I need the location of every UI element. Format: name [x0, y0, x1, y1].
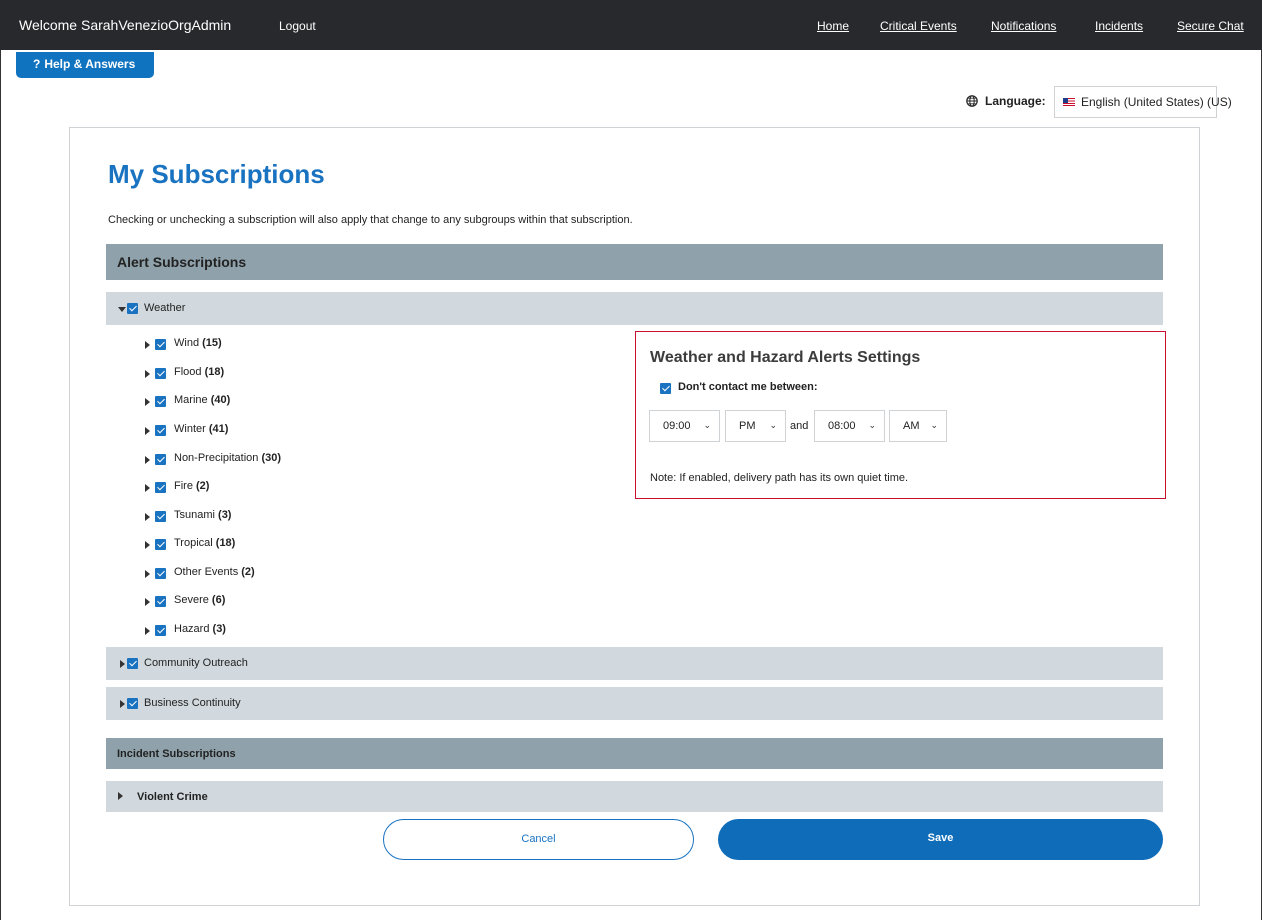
- end-time-select[interactable]: 08:00 ⌄: [814, 410, 885, 442]
- language-dropdown[interactable]: English (United States) (US): [1054, 86, 1232, 118]
- subgroup-row-severe[interactable]: Severe (6): [145, 593, 445, 611]
- expand-caret-icon[interactable]: [145, 627, 150, 635]
- violent-crime-label: Violent Crime: [137, 791, 208, 803]
- subgroup-row-flood[interactable]: Flood (18): [145, 365, 445, 383]
- subgroup-row-fire[interactable]: Fire (2): [145, 479, 445, 497]
- subgroup-label: Non-Precipitation (30): [174, 452, 281, 464]
- intro-text: Checking or unchecking a subscription wi…: [108, 214, 633, 226]
- start-time-select[interactable]: 09:00 ⌄: [649, 410, 720, 442]
- weather-checkbox[interactable]: [127, 303, 138, 314]
- subgroup-row-marine[interactable]: Marine (40): [145, 393, 445, 411]
- subgroup-label: Marine (40): [174, 394, 231, 406]
- subgroup-checkbox[interactable]: [155, 596, 166, 607]
- us-flag-icon: [1063, 98, 1075, 106]
- expand-caret-icon[interactable]: [145, 541, 150, 549]
- chevron-down-icon: ⌄: [868, 420, 876, 430]
- cancel-button[interactable]: Cancel: [383, 819, 694, 860]
- language-label: Language:: [985, 94, 1046, 108]
- group-business-continuity[interactable]: Business Continuity: [106, 687, 1163, 720]
- chevron-down-icon: ⌄: [769, 420, 777, 430]
- subgroup-checkbox[interactable]: [155, 568, 166, 579]
- subgroup-label: Tsunami (3): [174, 509, 232, 521]
- help-answers-button[interactable]: ? Help & Answers: [16, 52, 154, 78]
- nav-incidents-link[interactable]: Incidents: [1095, 19, 1143, 33]
- chevron-down-icon: ⌄: [703, 420, 711, 430]
- start-time-value: 09:00: [663, 420, 691, 432]
- expand-caret-icon[interactable]: [145, 398, 150, 406]
- expand-caret-icon[interactable]: [145, 598, 150, 606]
- subgroup-label: Wind (15): [174, 337, 222, 349]
- group-violent-crime[interactable]: Violent Crime: [106, 781, 1163, 812]
- logout-link[interactable]: Logout: [279, 19, 316, 33]
- and-text: and: [790, 420, 809, 432]
- subgroup-row-non-precipitation[interactable]: Non-Precipitation (30): [145, 451, 445, 469]
- expand-caret-icon[interactable]: [145, 341, 150, 349]
- subgroup-label: Other Events (2): [174, 566, 255, 578]
- subgroup-row-other-events[interactable]: Other Events (2): [145, 565, 445, 583]
- community-outreach-checkbox[interactable]: [127, 658, 138, 669]
- subgroup-checkbox[interactable]: [155, 339, 166, 350]
- start-period-value: PM: [739, 420, 756, 432]
- subgroup-row-tropical[interactable]: Tropical (18): [145, 536, 445, 554]
- nav-home-link[interactable]: Home: [817, 19, 849, 33]
- page-title: My Subscriptions: [108, 159, 325, 189]
- subgroup-row-winter[interactable]: Winter (41): [145, 422, 445, 440]
- business-continuity-label: Business Continuity: [144, 697, 241, 709]
- expand-caret-icon[interactable]: [118, 792, 123, 800]
- subgroup-checkbox[interactable]: [155, 454, 166, 465]
- subgroup-checkbox[interactable]: [155, 482, 166, 493]
- settings-title: Weather and Hazard Alerts Settings: [650, 349, 921, 366]
- subgroup-checkbox[interactable]: [155, 511, 166, 522]
- subgroup-label: Hazard (3): [174, 623, 226, 635]
- chevron-down-icon: ⌄: [930, 420, 938, 430]
- collapse-caret-icon[interactable]: [118, 307, 126, 312]
- incident-subscriptions-header: Incident Subscriptions: [106, 738, 1163, 769]
- subgroup-checkbox[interactable]: [155, 539, 166, 550]
- expand-caret-icon[interactable]: [145, 484, 150, 492]
- end-period-value: AM: [903, 420, 920, 432]
- end-time-value: 08:00: [828, 420, 856, 432]
- end-period-select[interactable]: AM ⌄: [889, 410, 947, 442]
- subgroup-checkbox[interactable]: [155, 368, 166, 379]
- question-mark-icon: ?: [33, 57, 41, 71]
- expand-caret-icon[interactable]: [145, 427, 150, 435]
- subgroup-checkbox[interactable]: [155, 625, 166, 636]
- expand-caret-icon[interactable]: [145, 370, 150, 378]
- subgroup-label: Severe (6): [174, 594, 226, 606]
- group-weather[interactable]: Weather: [106, 292, 1163, 325]
- expand-caret-icon[interactable]: [145, 513, 150, 521]
- subgroup-row-hazard[interactable]: Hazard (3): [145, 622, 445, 640]
- subgroup-label: Tropical (18): [174, 537, 236, 549]
- quiet-time-note: Note: If enabled, delivery path has its …: [650, 472, 909, 484]
- subgroup-row-tsunami[interactable]: Tsunami (3): [145, 508, 445, 526]
- language-value: English (United States) (US): [1081, 95, 1232, 109]
- dont-contact-label: Don't contact me between:: [678, 381, 818, 393]
- group-community-outreach[interactable]: Community Outreach: [106, 647, 1163, 680]
- expand-caret-icon[interactable]: [145, 570, 150, 578]
- subgroup-checkbox[interactable]: [155, 396, 166, 407]
- subgroup-label: Fire (2): [174, 480, 210, 492]
- weather-label: Weather: [144, 302, 186, 314]
- weather-hazard-settings-panel: Weather and Hazard Alerts Settings Don't…: [635, 331, 1166, 499]
- subgroup-row-wind[interactable]: Wind (15): [145, 336, 445, 354]
- alert-subscriptions-header: Alert Subscriptions: [106, 244, 1163, 280]
- nav-secure-chat-link[interactable]: Secure Chat: [1177, 19, 1244, 33]
- save-button[interactable]: Save: [718, 819, 1163, 860]
- dont-contact-checkbox[interactable]: [660, 383, 671, 394]
- nav-critical-events-link[interactable]: Critical Events: [880, 19, 957, 33]
- expand-caret-icon[interactable]: [120, 700, 125, 708]
- help-answers-label: Help & Answers: [44, 57, 136, 71]
- community-outreach-label: Community Outreach: [144, 657, 248, 669]
- expand-caret-icon[interactable]: [120, 660, 125, 668]
- welcome-text: Welcome SarahVenezioOrgAdmin: [19, 17, 232, 33]
- top-navigation-bar: Welcome SarahVenezioOrgAdmin Logout Home…: [0, 0, 1262, 50]
- subgroup-label: Winter (41): [174, 423, 229, 435]
- business-continuity-checkbox[interactable]: [127, 698, 138, 709]
- expand-caret-icon[interactable]: [145, 456, 150, 464]
- nav-notifications-link[interactable]: Notifications: [991, 19, 1056, 33]
- globe-icon: [966, 95, 978, 107]
- start-period-select[interactable]: PM ⌄: [725, 410, 786, 442]
- subgroup-checkbox[interactable]: [155, 425, 166, 436]
- subgroup-label: Flood (18): [174, 366, 225, 378]
